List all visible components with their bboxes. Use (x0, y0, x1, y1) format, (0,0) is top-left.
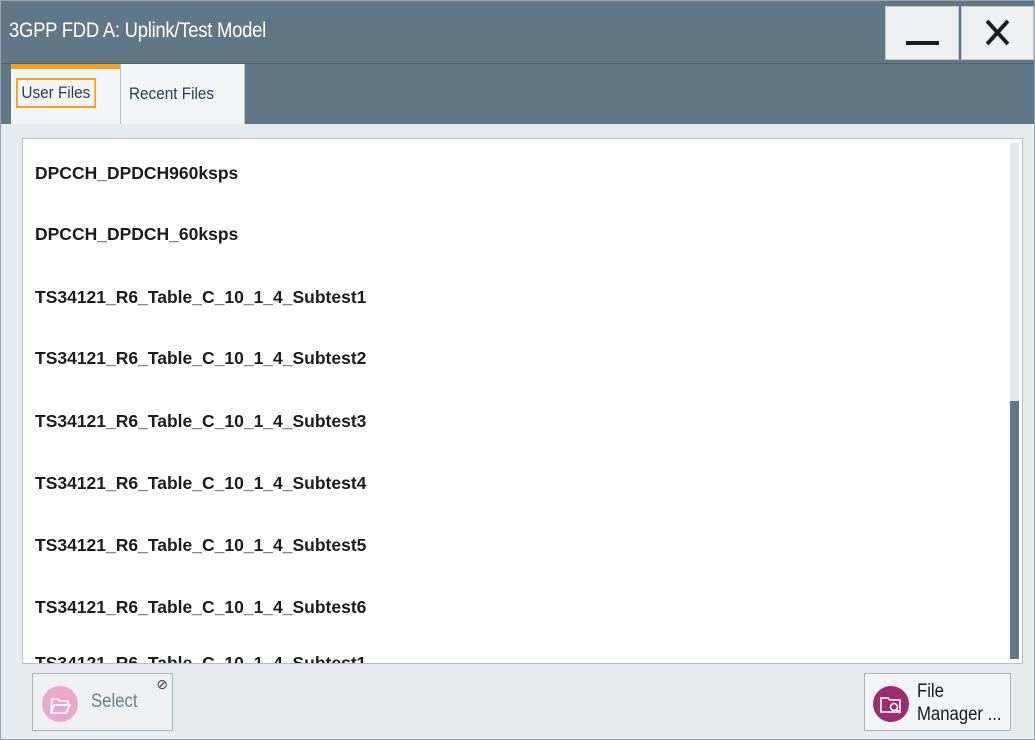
file-manager-button[interactable]: File Manager ... (864, 673, 1011, 731)
tab-label: Recent Files (129, 84, 215, 103)
list-item[interactable]: DPCCH_DPDCH960ksps (35, 163, 238, 184)
list-item[interactable]: TS34121_R6_Table_C_10_1_4_Subtest1 (35, 653, 366, 663)
select-button-label: Select (91, 691, 138, 712)
file-select-dialog: 3GPP FDD A: Uplink/Test Model User Files… (0, 0, 1035, 740)
scrollbar-thumb[interactable] (1010, 401, 1019, 659)
title-bar: 3GPP FDD A: Uplink/Test Model (1, 1, 1034, 64)
list-item[interactable]: TS34121_R6_Table_C_10_1_4_Subtest5 (35, 535, 366, 556)
list-item[interactable]: TS34121_R6_Table_C_10_1_4_Subtest1 (35, 287, 366, 308)
minimize-icon (906, 41, 939, 45)
select-button[interactable]: Select ⊘ (32, 673, 173, 731)
file-manager-button-label: File Manager ... (917, 680, 1002, 726)
list-item[interactable]: DPCCH_DPDCH_60ksps (35, 224, 238, 245)
file-manager-label-line2: Manager ... (917, 704, 1002, 725)
tab-user-files[interactable]: User Files (11, 64, 121, 124)
close-button[interactable] (961, 6, 1034, 60)
tab-label: User Files (16, 78, 96, 108)
tab-recent-files[interactable]: Recent Files (121, 64, 245, 124)
active-tab-indicator (11, 64, 120, 69)
dialog-title: 3GPP FDD A: Uplink/Test Model (9, 19, 266, 42)
disabled-icon: ⊘ (156, 676, 168, 692)
folder-search-icon (873, 686, 909, 722)
list-item[interactable]: TS34121_R6_Table_C_10_1_4_Subtest2 (35, 348, 366, 369)
list-item[interactable]: TS34121_R6_Table_C_10_1_4_Subtest4 (35, 473, 366, 494)
minimize-button[interactable] (885, 6, 959, 60)
list-item[interactable]: TS34121_R6_Table_C_10_1_4_Subtest6 (35, 597, 366, 618)
list-item[interactable]: TS34121_R6_Table_C_10_1_4_Subtest3 (35, 411, 366, 432)
close-icon (985, 19, 1010, 46)
folder-open-icon (42, 686, 78, 722)
file-manager-label-line1: File (917, 681, 944, 702)
file-list[interactable]: DPCCH_DPDCH960ksps DPCCH_DPDCH_60ksps TS… (22, 138, 1023, 664)
tab-bar: User Files Recent Files (1, 64, 1034, 124)
